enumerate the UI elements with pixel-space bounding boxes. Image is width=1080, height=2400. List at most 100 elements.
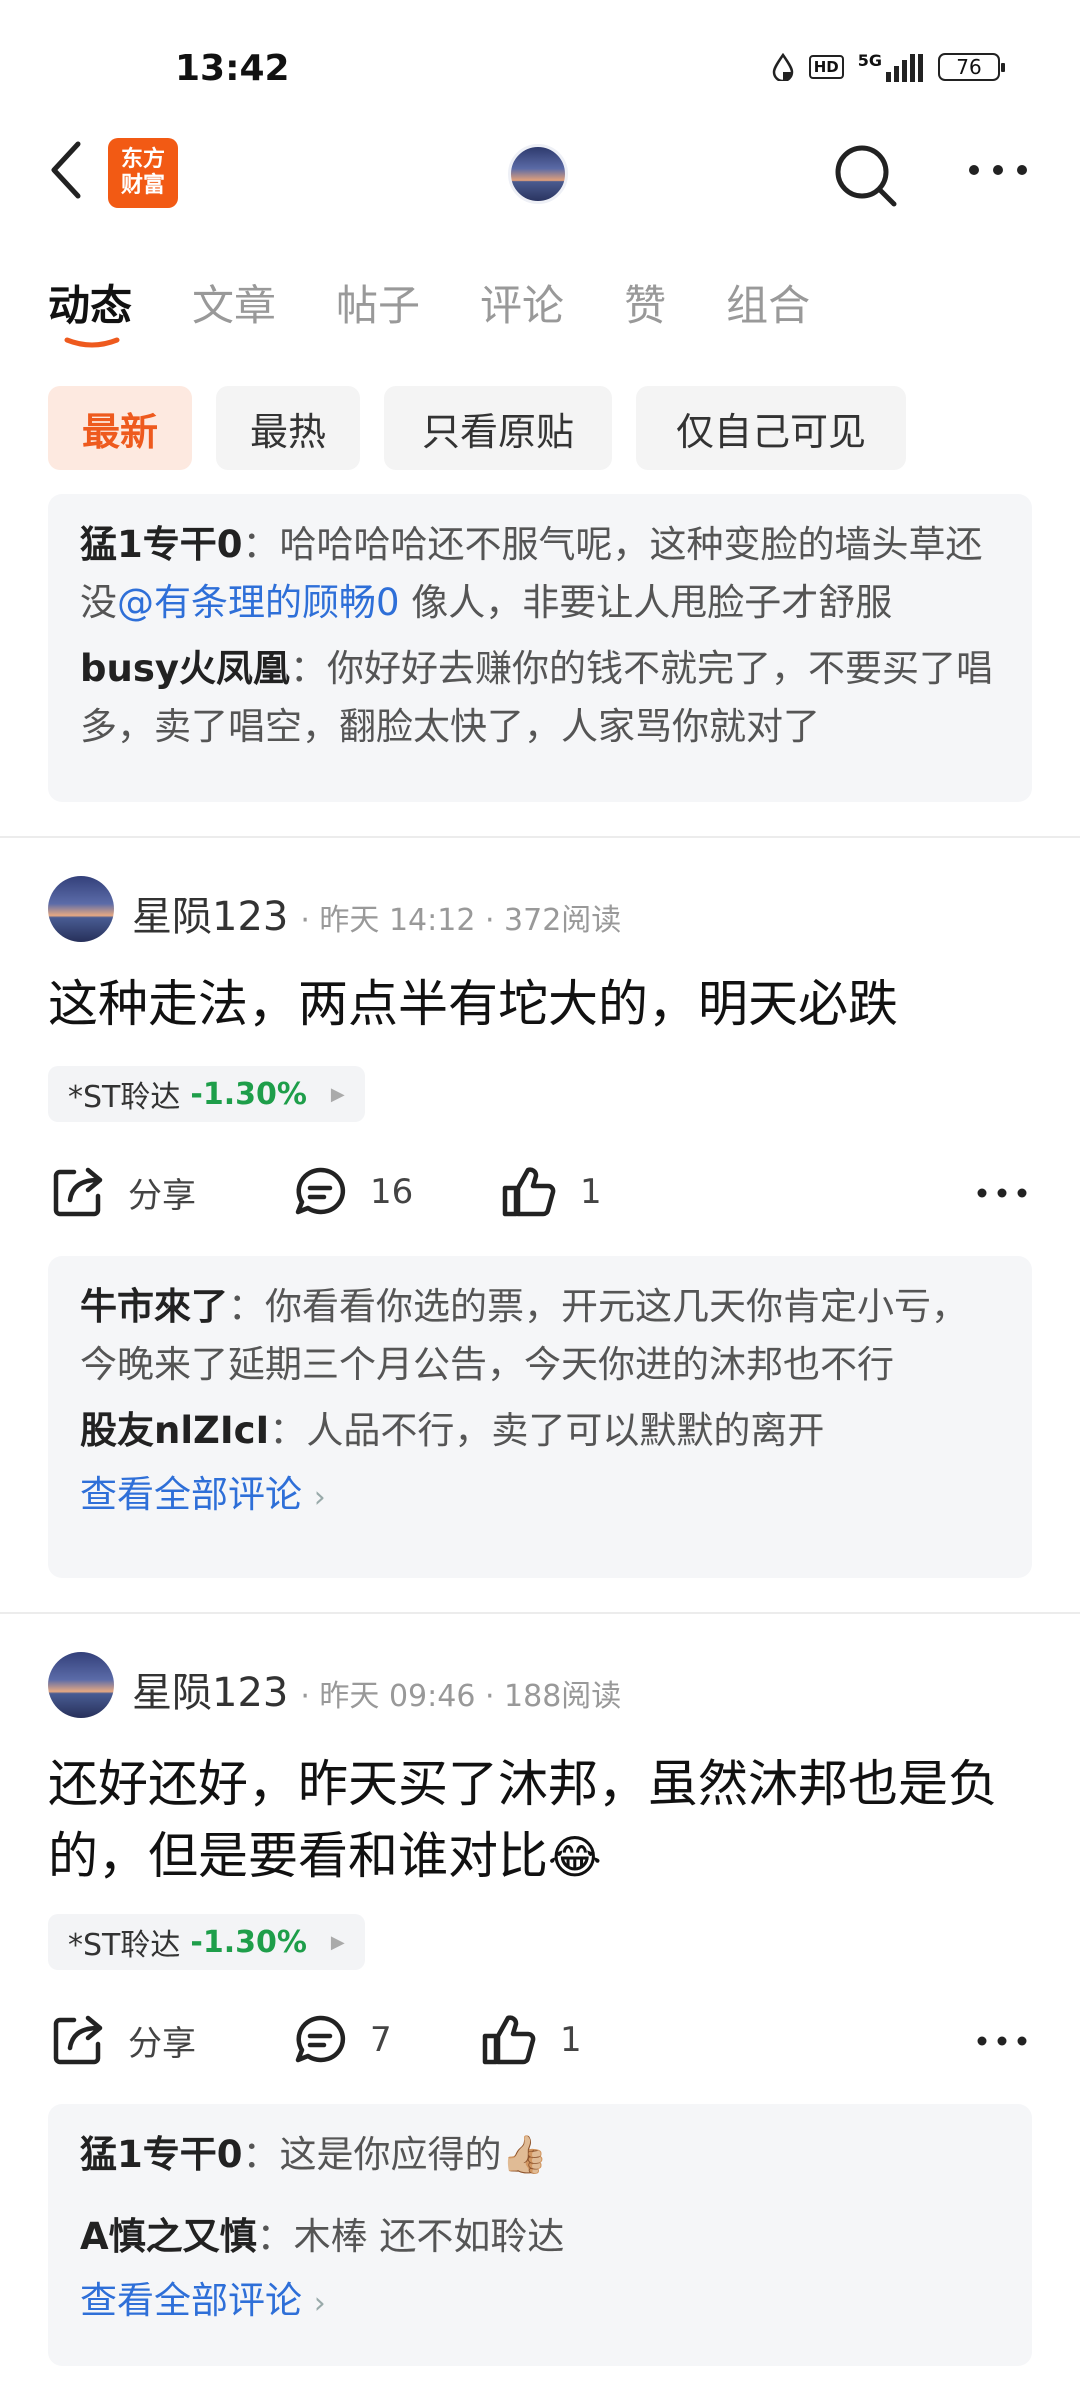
filter-self-visible[interactable]: 仅自己可见 [636,386,906,470]
comment-username[interactable]: 猛1专干0 [80,2133,243,2176]
see-all-label: 查看全部评论 [80,2279,302,2322]
thumbs-up-emoji-icon: 👍🏼 [501,2133,548,2176]
search-icon[interactable] [830,140,900,210]
comment-preview-box[interactable]: 牛市來了：你看看你选的票，开元这几天你肯定小亏，今晚来了延期三个月公告，今天你进… [48,1256,1032,1578]
like-count: 1 [560,2020,582,2060]
comment-count: 16 [370,1172,414,1212]
stock-name: *ST聆达 [68,1080,181,1115]
chevron-right-icon: › [313,1480,326,1515]
stock-tag[interactable]: *ST聆达 -1.30% ▶ [48,1914,365,1970]
tab-likes[interactable]: 赞 [624,272,666,333]
comment-username[interactable]: 股友nlZIcI [80,1409,269,1452]
comment-separator: ： [242,523,280,566]
comment-text: 这是你应得的 [279,2133,502,2176]
comment-separator: ： [256,2215,294,2258]
app-logo[interactable]: 东方 财富 [108,138,178,208]
comment-separator: ： [269,1409,307,1452]
post-body[interactable]: 这种走法，两点半有坨大的，明天必跌 [48,968,1038,1040]
more-icon[interactable] [976,2034,1028,2048]
stock-tag[interactable]: *ST聆达 -1.30% ▶ [48,1066,365,1122]
share-button[interactable]: 分享 [50,2012,196,2068]
comment-button[interactable]: 16 [292,1164,413,1220]
status-icons: HD 5G 76 [771,51,1005,82]
tab-comments[interactable]: 评论 [480,272,564,333]
like-count: 1 [580,1172,602,1212]
stock-change: -1.30% [190,1076,307,1112]
comment-item[interactable]: 猛1专干0：哈哈哈哈还不服气呢，这种变脸的墙头草还没@有条理的顾畅0 像人，非要… [80,516,1000,632]
battery-level: 76 [956,55,982,79]
comment-username[interactable]: 牛市來了 [80,1285,228,1328]
avatar[interactable] [48,1652,114,1718]
laughing-emoji-icon: 😂 [548,1830,602,1884]
signal-icon [886,54,923,82]
logo-text-1: 东方 [120,147,165,172]
post-meta: 星陨123 · 昨天 09:46 · 188阅读 [132,1660,621,1718]
filter-latest[interactable]: 最新 [48,386,192,470]
share-icon [53,2015,103,2065]
comment-item[interactable]: 股友nlZIcI：人品不行，卖了可以默默的离开 [80,1402,1000,1460]
post-time-reads: · 昨天 14:12 · 372阅读 [300,903,622,938]
see-all-comments-link[interactable]: 查看全部评论 › [80,2272,1000,2333]
profile-avatar[interactable] [508,144,568,204]
chevron-right-icon: › [313,2286,326,2321]
comment-text: 人品不行，卖了可以默默的离开 [306,1409,825,1452]
tab-portfolio[interactable]: 组合 [726,272,810,333]
post-body-text: 还好还好，昨天买了沐邦，虽然沐邦也是负的，但是要看和谁对比 [48,1755,998,1885]
comment-item[interactable]: 牛市來了：你看看你选的票，开元这几天你肯定小亏，今晚来了延期三个月公告，今天你进… [80,1278,1000,1394]
filter-original-only[interactable]: 只看原贴 [384,386,612,470]
post-body[interactable]: 还好还好，昨天买了沐邦，虽然沐邦也是负的，但是要看和谁对比😂 [48,1748,1028,1893]
comment-item[interactable]: 猛1专干0：这是你应得的👍🏼 [80,2126,1000,2184]
post-author[interactable]: 星陨123 [132,1660,288,1718]
comment-separator: ： [228,1285,265,1328]
profile-tabs: 动态 文章 帖子 评论 赞 组合 [48,272,870,333]
avatar[interactable] [48,876,114,942]
comment-text: 木棒 还不如聆达 [293,2215,565,2258]
filter-hot[interactable]: 最热 [216,386,360,470]
comment-icon [295,1167,346,1215]
comment-text: 像人，非要让人甩脸子才舒服 [399,581,893,624]
tab-posts[interactable]: 帖子 [336,272,420,333]
tab-articles[interactable]: 文章 [192,272,276,333]
see-all-comments-link[interactable]: 查看全部评论 › [80,1466,1000,1527]
share-icon [53,1167,103,1217]
like-icon [482,2015,536,2065]
comment-username[interactable]: busy火凤凰 [80,647,290,690]
comment-separator: ： [289,647,327,690]
comment-username[interactable]: A慎之又慎 [80,2215,257,2258]
like-button[interactable]: 1 [480,2012,582,2068]
tab-active-indicator [64,337,120,348]
comment-username[interactable]: 猛1专干0 [80,523,243,566]
comment-item[interactable]: busy火凤凰：你好好去赚你的钱不就完了，不要买了唱多，卖了唱空，翻脸太快了，人… [80,640,1000,756]
mention-link[interactable]: @有条理的顾畅0 [117,581,400,624]
back-icon[interactable] [46,140,86,200]
comment-button[interactable]: 7 [292,2012,392,2068]
post-time-reads: · 昨天 09:46 · 188阅读 [300,1679,622,1714]
like-button[interactable]: 1 [500,1164,602,1220]
post-meta: 星陨123 · 昨天 14:12 · 372阅读 [132,884,621,942]
chevron-right-icon: ▶ [330,1083,345,1105]
battery-icon: 76 [938,53,1005,81]
status-time: 13:42 [175,48,290,89]
chevron-right-icon: ▶ [330,1931,345,1953]
hd-badge: HD [808,55,844,79]
stock-name: *ST聆达 [68,1928,181,1963]
comment-item[interactable]: A慎之又慎：木棒 还不如聆达 [80,2208,1000,2266]
divider [0,1612,1080,1614]
stock-change: -1.30% [190,1924,307,1960]
more-icon[interactable] [976,1186,1028,1200]
comment-icon [295,2015,346,2063]
dnd-icon [772,53,793,81]
divider [0,836,1080,838]
like-icon [502,1167,556,1217]
comment-preview-box[interactable]: 猛1专干0：哈哈哈哈还不服气呢，这种变脸的墙头草还没@有条理的顾畅0 像人，非要… [48,494,1032,802]
comment-preview-box[interactable]: 猛1专干0：这是你应得的👍🏼 A慎之又慎：木棒 还不如聆达 查看全部评论 › [48,2104,1032,2366]
comment-count: 7 [370,2020,392,2060]
tab-dynamic[interactable]: 动态 [48,272,132,333]
logo-text-2: 财富 [120,173,165,198]
share-label: 分享 [128,1175,196,1216]
post-author[interactable]: 星陨123 [132,884,288,942]
see-all-label: 查看全部评论 [80,1473,302,1516]
more-icon[interactable] [966,160,1030,180]
share-button[interactable]: 分享 [50,1164,196,1220]
share-label: 分享 [128,2023,196,2064]
